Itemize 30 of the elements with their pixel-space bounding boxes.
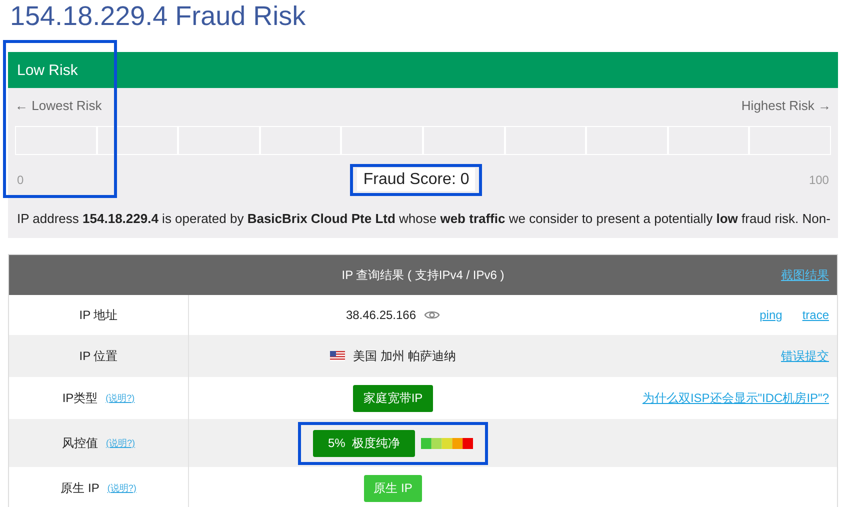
flag-icon bbox=[330, 351, 346, 361]
risk-header: Low Risk bbox=[8, 52, 838, 88]
ip-type-tag: 原生 IP bbox=[364, 474, 422, 502]
row-label: IP 地址 bbox=[79, 306, 118, 324]
row-label: IP类型 bbox=[62, 390, 98, 406]
row-link[interactable]: 为什么双ISP还会显示"IDC机房IP"? bbox=[642, 390, 829, 406]
row-link[interactable]: 错误提交 bbox=[781, 348, 829, 364]
help-link[interactable]: (说明?) bbox=[107, 482, 136, 494]
risk-description: IP address 154.18.229.4 is operated by BasicBrix Cloud Pte Ltd whose web traffic we consider to present a potentially low fraud risk. Non- bbox=[16, 210, 832, 228]
ip-type-tag: 家庭宽带IP bbox=[353, 384, 433, 412]
row-link[interactable]: trace bbox=[802, 308, 829, 322]
risk-scale-icon bbox=[421, 438, 473, 448]
row-label: 风控值 bbox=[62, 434, 98, 452]
row-link[interactable]: ping bbox=[760, 308, 782, 322]
help-link[interactable]: (说明?) bbox=[106, 392, 135, 404]
scale-max: 100 bbox=[808, 173, 829, 187]
page-title: 154.18.229.4 Fraud Risk bbox=[9, 0, 307, 33]
fraud-score: Fraud Score: 0 bbox=[357, 168, 476, 191]
risk-value-tag: 5% 极度纯净 bbox=[312, 430, 415, 456]
table-title: IP 查询结果 ( 支持IPv4 / IPv6 ) bbox=[342, 266, 504, 284]
row-label: IP 位置 bbox=[79, 348, 118, 364]
location-text: 美国 加州 帕萨迪纳 bbox=[353, 348, 456, 364]
scale-min: 0 bbox=[17, 173, 24, 187]
highest-risk-label: Highest Risk → bbox=[741, 98, 831, 115]
eye-icon[interactable] bbox=[424, 309, 440, 321]
screenshot-link[interactable]: 截图结果 bbox=[781, 266, 829, 284]
lowest-risk-label: ← Lowest Risk bbox=[15, 98, 102, 115]
help-link[interactable]: (说明?) bbox=[106, 436, 135, 450]
row-label: 原生 IP bbox=[60, 480, 100, 496]
ip-address: 38.46.25.166 bbox=[346, 308, 416, 322]
